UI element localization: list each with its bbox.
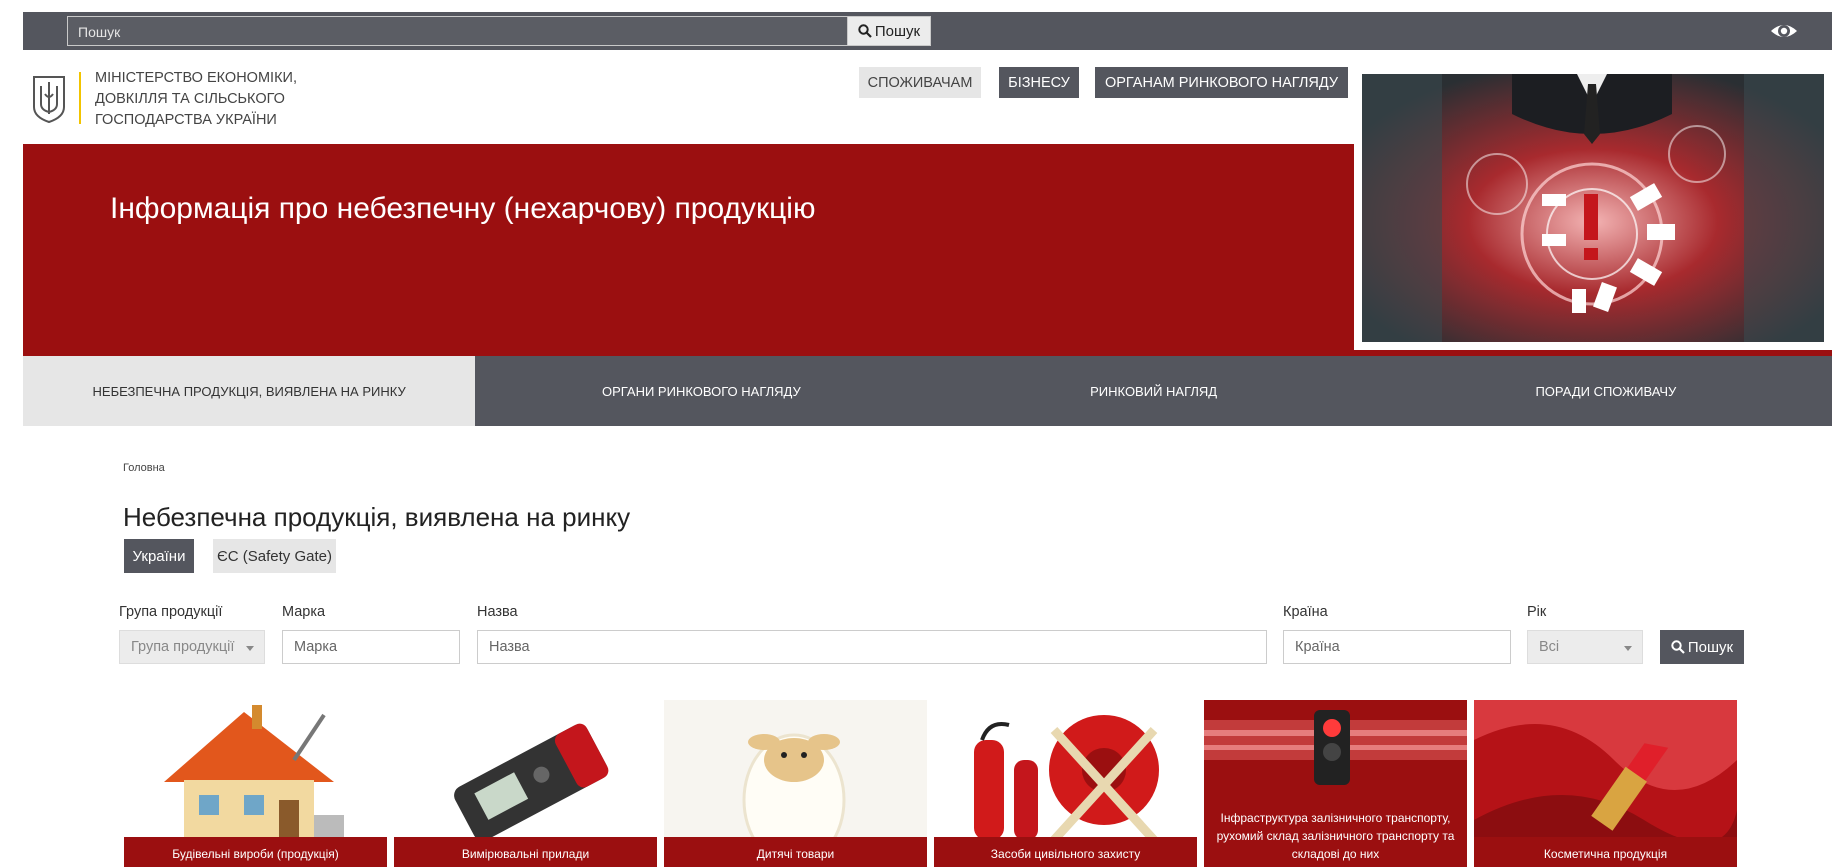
nav-consumers-button[interactable]: Споживачам [859,67,981,98]
banner-title: Інформація про небезпечну (нехарчову) пр… [110,192,816,225]
site-search-button[interactable]: Пошук [847,16,931,46]
filter-search-button-label: Пошук [1687,638,1734,656]
hero-image [1354,66,1832,350]
section-nav-dangerous-products[interactable]: Небезпечна продукція, виявлена на ринку [23,356,476,426]
page-title: Небезпечна продукція, виявлена на ринку [123,502,631,532]
category-card-label: Засоби цивільного захисту [934,837,1197,867]
category-card-measuring[interactable]: Вимірювальні прилади [394,700,657,867]
year-select[interactable]: Всі [1527,630,1643,664]
brand-input[interactable]: Марка [282,630,460,664]
category-card-label: Інфраструктура залізничного транспорту, … [1204,801,1467,867]
ministry-name-line: довкілля та сільського [95,91,285,107]
year-select-value: Всі [1539,639,1560,655]
breadcrumb-home[interactable]: Головна [123,462,165,474]
section-nav-market-authorities[interactable]: Органи ринкового нагляду [475,356,927,426]
product-group-label: Група продукції [119,604,223,620]
chevron-down-icon [1624,646,1632,651]
country-input[interactable]: Країна [1283,630,1511,664]
site-search-button-label: Пошук [874,22,921,40]
category-card-label: Дитячі товари [664,837,927,867]
search-icon [1671,640,1685,654]
section-nav-market-surveillance[interactable]: Ринковий нагляд [928,356,1380,426]
trident-emblem-icon[interactable] [31,74,67,124]
brand-label: Марка [282,604,326,620]
page: Пошук Пошук Міністерство економіки, довк… [23,12,1832,867]
top-bar: Пошук Пошук [23,12,1832,50]
year-label: Рік [1527,604,1547,620]
category-card-label: Будівельні вироби (продукція) [124,837,387,867]
nav-market-authorities-button[interactable]: Органам ринкового нагляду [1095,67,1348,98]
nav-business-button[interactable]: Бізнесу [999,67,1079,98]
filter-search-button[interactable]: Пошук [1660,630,1744,664]
category-card-cosmetics[interactable]: Косметична продукція [1474,700,1737,867]
country-label: Країна [1283,604,1328,620]
chevron-down-icon [246,646,254,651]
product-group-select-value: Група продукції [131,639,235,655]
ministry-name-line: Міністерство економіки, [95,70,297,86]
tab-eu-safety-gate[interactable]: ЄС (Safety Gate) [213,539,336,573]
search-icon [858,24,872,38]
eye-icon[interactable] [1769,18,1799,44]
name-input[interactable]: Назва [477,630,1267,664]
section-nav: Небезпечна продукція, виявлена на ринку … [23,356,1832,426]
ministry-name-line: господарства України [95,112,277,128]
category-card-rail[interactable]: Інфраструктура залізничного транспорту, … [1204,700,1467,867]
category-card-label: Вимірювальні прилади [394,837,657,867]
category-card-construction[interactable]: Будівельні вироби (продукція) [124,700,387,867]
warning-hologram-illustration [1362,74,1824,342]
category-card-label: Косметична продукція [1474,837,1737,867]
product-group-select[interactable]: Група продукції [119,630,265,664]
site-search-input[interactable]: Пошук [67,16,848,46]
ministry-name[interactable]: Міністерство економіки, довкілля та сіль… [95,68,395,131]
category-card-civil-protection[interactable]: Засоби цивільного захисту [934,700,1197,867]
tab-ukraine[interactable]: України [124,539,194,573]
category-card-children[interactable]: Дитячі товари [664,700,927,867]
name-label: Назва [477,604,518,620]
section-nav-consumer-advice[interactable]: Поради споживачу [1380,356,1832,426]
logo-divider [79,72,81,124]
